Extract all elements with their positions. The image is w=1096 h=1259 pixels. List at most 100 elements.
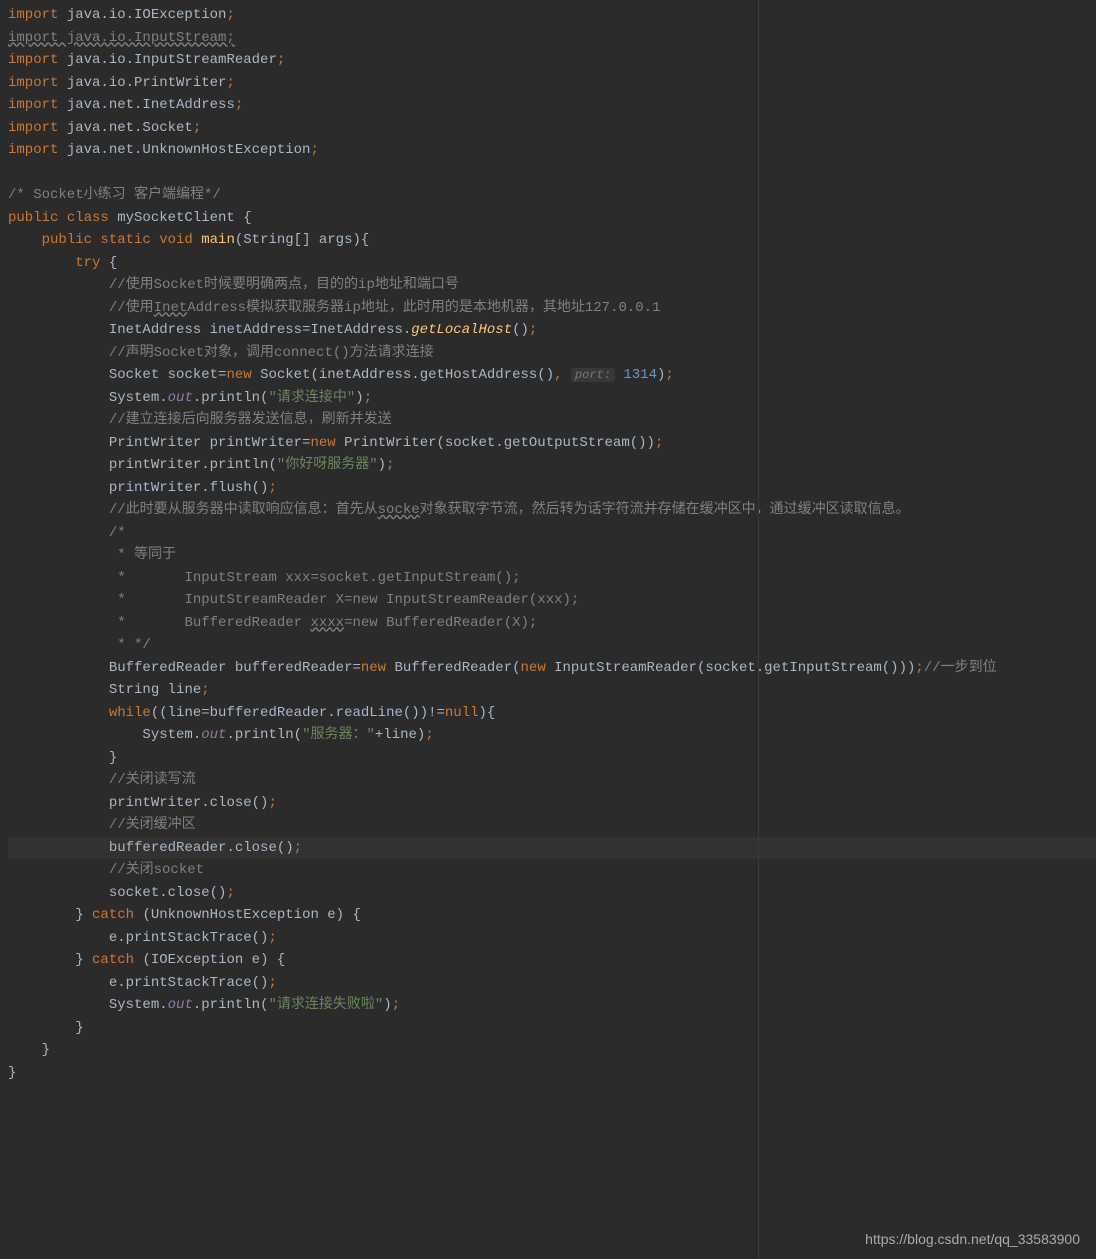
code-token: ; xyxy=(915,660,923,676)
code-token: "请求连接失败啦" xyxy=(268,997,383,1013)
code-token: java.io.IOException xyxy=(67,7,227,23)
code-token: ; xyxy=(529,322,537,338)
code-line[interactable]: //建立连接后向服务器发送信息，刷新并发送 xyxy=(8,409,1096,432)
code-token: e.printStackTrace() xyxy=(109,975,269,991)
code-line[interactable]: * 等同于 xyxy=(8,544,1096,567)
code-token: getLocalHost xyxy=(411,322,512,338)
code-line[interactable]: printWriter.println("你好呀服务器"); xyxy=(8,454,1096,477)
code-line[interactable]: printWriter.close(); xyxy=(8,792,1096,815)
code-token: out xyxy=(168,997,193,1013)
code-token: System. xyxy=(142,727,201,743)
code-line[interactable]: import java.net.InetAddress; xyxy=(8,94,1096,117)
code-line[interactable]: } xyxy=(8,1039,1096,1062)
code-token: 对象获取字节流，然后转为话字符流并存储在缓冲区中，通过缓冲区读取信息。 xyxy=(420,502,910,518)
code-token: //关闭缓冲区 xyxy=(109,817,196,833)
code-token: /* Socket小练习 客户端编程*/ xyxy=(8,187,221,203)
code-line[interactable]: * */ xyxy=(8,634,1096,657)
code-line[interactable]: try { xyxy=(8,252,1096,275)
code-token: BufferedReader( xyxy=(394,660,520,676)
code-token: ; xyxy=(294,840,302,856)
code-line[interactable]: //使用InetAddress模拟获取服务器ip地址，此时用的是本地机器，其地址… xyxy=(8,297,1096,320)
code-token: "服务器：" xyxy=(302,727,375,743)
code-line[interactable]: //关闭读写流 xyxy=(8,769,1096,792)
code-token: * InputStream xxx=socket.getInputStream(… xyxy=(109,570,521,586)
editor-margin-line xyxy=(758,0,759,1259)
code-token: +line) xyxy=(375,727,425,743)
code-line[interactable]: System.out.println("请求连接中"); xyxy=(8,387,1096,410)
code-token: try xyxy=(75,255,109,271)
code-token: (String[] args){ xyxy=(235,232,369,248)
code-token: PrintWriter(socket.getOutputStream()) xyxy=(344,435,655,451)
code-token: printWriter.close() xyxy=(109,795,269,811)
code-line[interactable]: import java.io.PrintWriter; xyxy=(8,72,1096,95)
code-line[interactable]: public static void main(String[] args){ xyxy=(8,229,1096,252)
code-line[interactable]: printWriter.flush(); xyxy=(8,477,1096,500)
code-token: ; xyxy=(665,367,673,383)
code-line[interactable]: import java.io.InputStreamReader; xyxy=(8,49,1096,72)
code-editor[interactable]: import java.io.IOException;import java.i… xyxy=(0,0,1096,1259)
code-line[interactable]: } xyxy=(8,1062,1096,1085)
code-line[interactable]: String line; xyxy=(8,679,1096,702)
code-line[interactable]: bufferedReader.close(); xyxy=(8,837,1096,860)
code-token: System. xyxy=(109,997,168,1013)
code-token: import xyxy=(8,75,67,91)
code-line[interactable]: import java.io.InputStream; xyxy=(8,27,1096,50)
code-line[interactable]: System.out.println("请求连接失败啦"); xyxy=(8,994,1096,1017)
code-line[interactable]: socket.close(); xyxy=(8,882,1096,905)
code-line[interactable]: //此时要从服务器中读取响应信息：首先从socke对象获取字节流，然后转为话字符… xyxy=(8,499,1096,522)
code-line[interactable]: //关闭socket xyxy=(8,859,1096,882)
code-token: ; xyxy=(310,142,318,158)
code-line[interactable]: e.printStackTrace(); xyxy=(8,972,1096,995)
code-token: java.io.InputStreamReader xyxy=(67,52,277,68)
code-token: ) xyxy=(383,997,391,1013)
code-line[interactable]: } catch (UnknownHostException e) { xyxy=(8,904,1096,927)
code-line[interactable]: import java.io.IOException; xyxy=(8,4,1096,27)
code-token: new xyxy=(226,367,260,383)
code-line[interactable] xyxy=(8,162,1096,185)
code-line[interactable]: } xyxy=(8,747,1096,770)
code-token: printWriter.flush() xyxy=(109,480,269,496)
code-token: import xyxy=(8,120,67,136)
code-token: import xyxy=(8,97,67,113)
code-line[interactable]: import java.net.UnknownHostException; xyxy=(8,139,1096,162)
code-token: .println( xyxy=(193,997,269,1013)
code-line[interactable]: } catch (IOException e) { xyxy=(8,949,1096,972)
code-line[interactable]: InetAddress inetAddress=InetAddress.getL… xyxy=(8,319,1096,342)
code-line[interactable]: public class mySocketClient { xyxy=(8,207,1096,230)
code-line[interactable]: * BufferedReader xxxx=new BufferedReader… xyxy=(8,612,1096,635)
code-line[interactable]: //使用Socket时候要明确两点，目的的ip地址和端口号 xyxy=(8,274,1096,297)
code-line[interactable]: /* Socket小练习 客户端编程*/ xyxy=(8,184,1096,207)
code-token: public class xyxy=(8,210,117,226)
code-line[interactable]: /* xyxy=(8,522,1096,545)
code-line[interactable]: } xyxy=(8,1017,1096,1040)
code-line[interactable]: * InputStreamReader X=new InputStreamRea… xyxy=(8,589,1096,612)
code-token: e.printStackTrace() xyxy=(109,930,269,946)
code-line[interactable]: import java.net.Socket; xyxy=(8,117,1096,140)
code-line[interactable]: * InputStream xxx=socket.getInputStream(… xyxy=(8,567,1096,590)
code-token: () xyxy=(512,322,529,338)
code-token: * BufferedReader xyxy=(109,615,311,631)
code-line[interactable]: PrintWriter printWriter=new PrintWriter(… xyxy=(8,432,1096,455)
code-token: //声明Socket对象，调用connect()方法请求连接 xyxy=(109,345,434,361)
code-token: ; xyxy=(268,480,276,496)
code-line[interactable]: System.out.println("服务器："+line); xyxy=(8,724,1096,747)
code-token: ; xyxy=(364,390,372,406)
code-token: ; xyxy=(226,7,234,23)
code-token: =new BufferedReader(X); xyxy=(344,615,537,631)
code-token: "请求连接中" xyxy=(268,390,355,406)
code-line[interactable]: //声明Socket对象，调用connect()方法请求连接 xyxy=(8,342,1096,365)
code-line[interactable]: BufferedReader bufferedReader=new Buffer… xyxy=(8,657,1096,680)
code-token: ; xyxy=(268,795,276,811)
code-token: //关闭读写流 xyxy=(109,772,196,788)
code-token: ){ xyxy=(479,705,496,721)
code-token: } xyxy=(75,952,92,968)
code-token: out xyxy=(168,390,193,406)
code-line[interactable]: Socket socket=new Socket(inetAddress.get… xyxy=(8,364,1096,387)
code-area[interactable]: import java.io.IOException;import java.i… xyxy=(8,0,1096,1259)
code-line[interactable]: while((line=bufferedReader.readLine())!=… xyxy=(8,702,1096,725)
code-token: new xyxy=(361,660,395,676)
code-token: printWriter.println( xyxy=(109,457,277,473)
code-line[interactable]: //关闭缓冲区 xyxy=(8,814,1096,837)
code-token: ) xyxy=(355,390,363,406)
code-line[interactable]: e.printStackTrace(); xyxy=(8,927,1096,950)
